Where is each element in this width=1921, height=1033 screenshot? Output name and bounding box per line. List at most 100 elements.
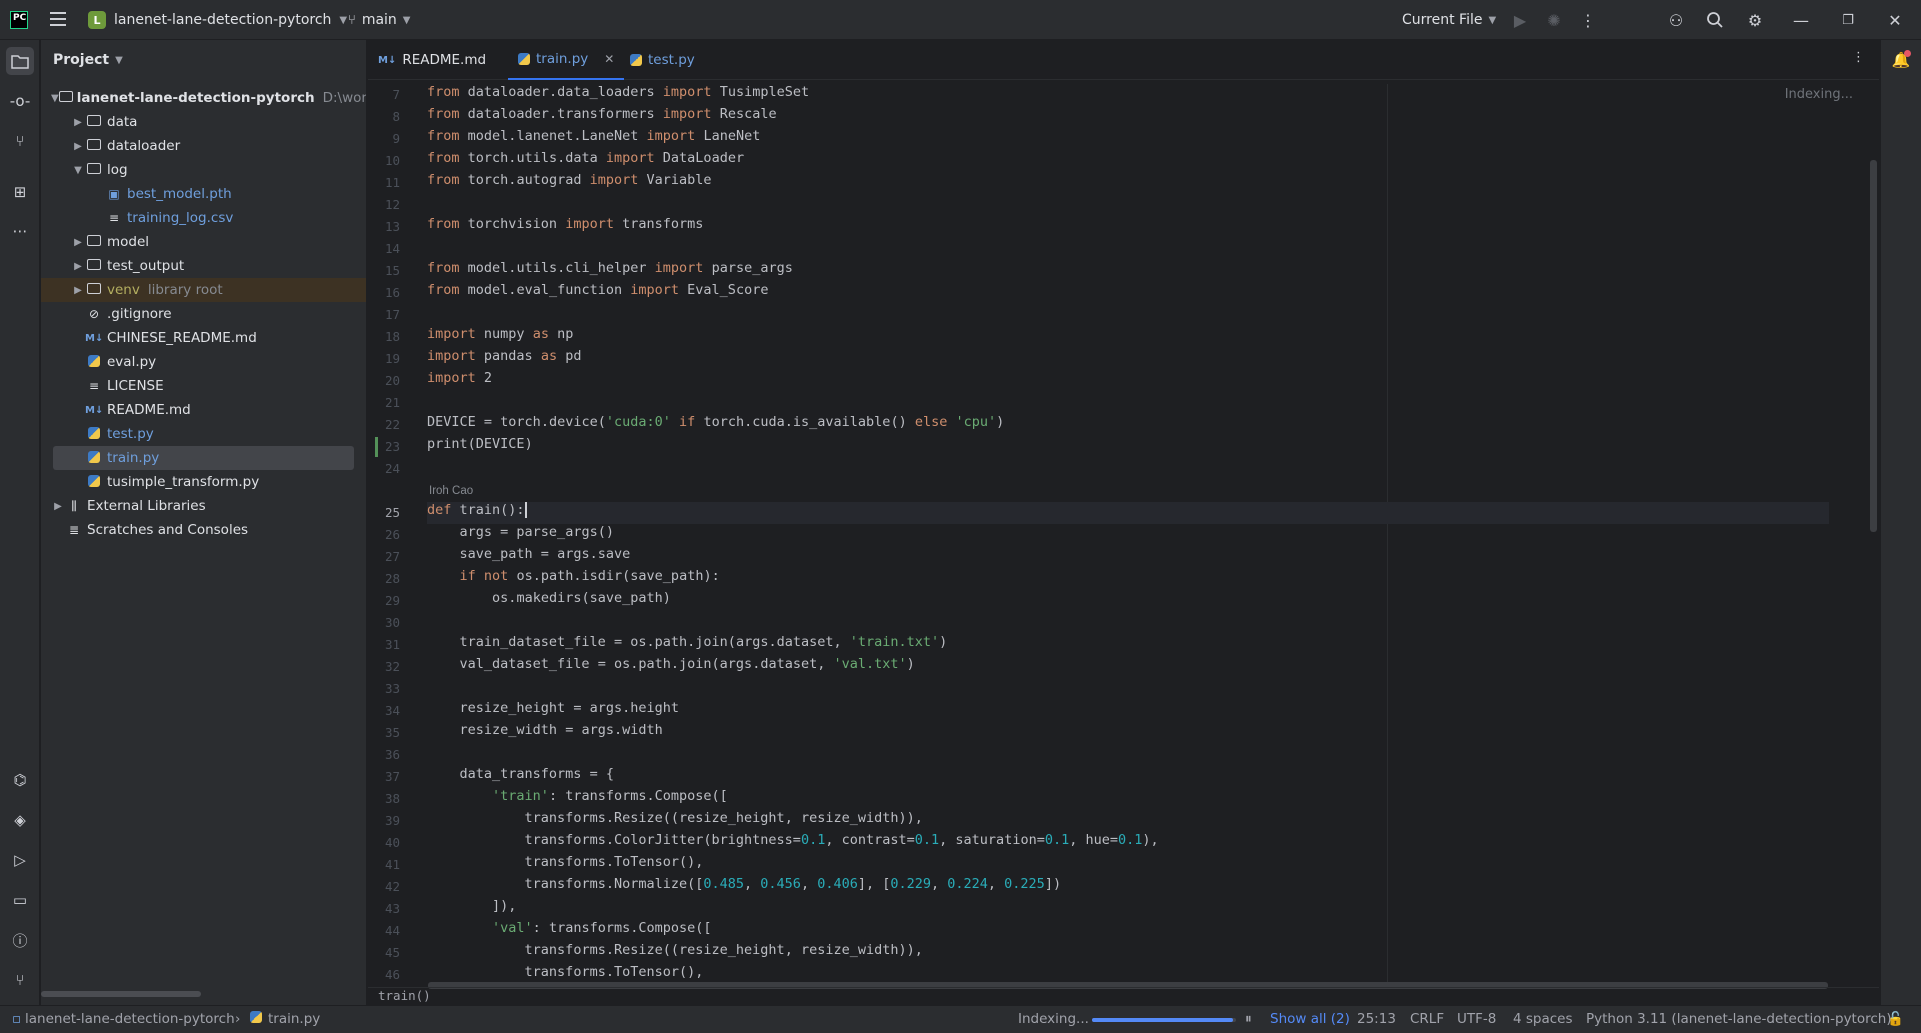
tab-train[interactable]: train.py ✕ [508, 40, 625, 80]
code-line: def train(): [427, 502, 1829, 524]
collapsed-arrow-icon: ▶ [74, 284, 82, 296]
tree-item-training-log[interactable]: ≡ training_log.csv [41, 206, 366, 230]
status-crumb-file[interactable]: train.py [268, 1011, 320, 1027]
run-configuration-selector[interactable]: Current File ▼ [1402, 9, 1496, 31]
code-line: import numpy as np [427, 326, 574, 342]
tree-item-chinese-readme[interactable]: M↓ CHINESE_README.md [41, 326, 366, 350]
tree-item-dataloader[interactable]: ▶ dataloader [41, 134, 366, 158]
more-tools-icon[interactable]: ⋯ [6, 217, 34, 245]
problems-icon[interactable]: ⓘ [6, 926, 34, 954]
tree-item-scratches[interactable]: ≣ Scratches and Consoles [41, 518, 366, 542]
code-breadcrumb[interactable]: train() [368, 987, 1879, 1005]
run-icon[interactable]: ▶ [1508, 8, 1532, 32]
vcs-branch-switcher[interactable]: ⑂ main ▼ [348, 9, 411, 31]
folder-icon [85, 115, 103, 129]
tree-item-data[interactable]: ▶ data [41, 110, 366, 134]
tree-item-label: .gitignore [107, 306, 172, 322]
minimize-icon[interactable]: — [1789, 8, 1813, 32]
line-number: 33 [384, 681, 400, 696]
tree-item-label: LICENSE [107, 378, 164, 394]
author-inlay-hint[interactable]: Iroh Cao [429, 480, 473, 502]
project-name: lanenet-lane-detection-pytorch [114, 12, 332, 28]
services-icon[interactable]: ▷ [6, 846, 34, 874]
tree-item-eval[interactable]: eval.py [41, 350, 366, 374]
tree-root[interactable]: ▼ lanenet-lane-detection-pytorch D:\work… [41, 86, 366, 110]
line-number: 40 [384, 835, 400, 850]
tree-item-best-model[interactable]: ▣ best_model.pth [41, 182, 366, 206]
tree-item-readme[interactable]: M↓ README.md [41, 398, 366, 422]
horizontal-scrollbar[interactable] [41, 991, 201, 997]
tree-item-tusimple-transform[interactable]: tusimple_transform.py [41, 470, 366, 494]
tree-item-train[interactable]: train.py [53, 446, 354, 470]
status-indexing: Indexing... [1018, 1011, 1089, 1027]
folder-icon [85, 163, 103, 177]
code-line: resize_height = args.height [459, 700, 680, 716]
tree-item-external-libraries[interactable]: ▶ ⫼ External Libraries [41, 494, 366, 518]
tree-item-label: model [107, 234, 150, 250]
tabs-more-icon[interactable]: ⋮ [1852, 50, 1865, 65]
python-packages-icon[interactable]: ◈ [6, 806, 34, 834]
show-all-link[interactable]: Show all (2) [1270, 1011, 1350, 1027]
more-actions-icon[interactable]: ⋮ [1576, 8, 1600, 32]
tree-item-log[interactable]: ▼ log [41, 158, 366, 182]
vcs-change-marker[interactable] [375, 437, 378, 457]
terminal-icon[interactable]: ▭ [6, 886, 34, 914]
tree-item-test[interactable]: test.py [41, 422, 366, 446]
cursor-position[interactable]: 25:13 [1357, 1011, 1396, 1027]
vertical-scrollbar[interactable] [1870, 160, 1877, 532]
tree-item-label: training_log.csv [127, 210, 234, 226]
collapsed-arrow-icon: ▶ [74, 260, 82, 272]
code-line: resize_width = args.width [459, 722, 663, 738]
code-line: import pandas as pd [427, 348, 582, 364]
line-number: 45 [384, 945, 400, 960]
collapsed-arrow-icon: ▶ [74, 140, 82, 152]
close-icon[interactable]: ✕ [1883, 8, 1907, 32]
pause-icon[interactable]: ⏸ [1245, 1011, 1252, 1027]
line-number: 26 [384, 527, 400, 542]
tab-label: train.py [536, 51, 589, 67]
debug-icon[interactable]: ✺ [1542, 8, 1566, 32]
structure-icon[interactable]: ⊞ [6, 178, 34, 206]
close-tab-icon[interactable]: ✕ [604, 52, 614, 66]
python-icon [85, 354, 103, 370]
tree-item-hint: library root [147, 282, 223, 298]
line-number: 9 [392, 131, 400, 146]
line-number: 7 [392, 87, 400, 102]
settings-gear-icon[interactable]: ⚙ [1743, 8, 1767, 32]
pull-requests-icon[interactable]: ⑂ [6, 127, 34, 155]
python-interpreter[interactable]: Python 3.11 (lanenet-lane-detection-pyto… [1586, 1011, 1892, 1027]
restore-icon[interactable]: ❐ [1836, 8, 1860, 32]
line-number: 24 [384, 461, 400, 476]
line-number: 37 [384, 769, 400, 784]
indent-setting[interactable]: 4 spaces [1513, 1011, 1573, 1027]
tab-label: test.py [648, 52, 695, 68]
commit-icon[interactable]: -o- [6, 87, 34, 115]
code-line: from model.utils.cli_helper import parse… [427, 260, 793, 276]
tree-item-test-output[interactable]: ▶ test_output [41, 254, 366, 278]
code-line: transforms.ColorJitter(brightness=0.1, c… [524, 832, 1159, 848]
tree-item-label: test_output [107, 258, 185, 274]
tab-test[interactable]: test.py [630, 40, 695, 80]
main-menu-icon[interactable] [50, 12, 66, 26]
project-tool-icon[interactable] [6, 47, 34, 75]
line-separator[interactable]: CRLF [1410, 1011, 1444, 1027]
add-user-icon[interactable]: ⚇ [1664, 8, 1688, 32]
file-encoding[interactable]: UTF-8 [1457, 1011, 1496, 1027]
python-console-icon[interactable]: ⌬ [6, 766, 34, 794]
tab-readme[interactable]: M↓ README.md [378, 40, 498, 80]
tree-item-venv[interactable]: ▶ venv library root [41, 278, 366, 302]
ignored-file-icon: ⊘ [88, 307, 100, 321]
tab-label: README.md [402, 52, 487, 68]
tree-item-gitignore[interactable]: ⊘ .gitignore [41, 302, 366, 326]
git-icon[interactable]: ⑂ [6, 966, 34, 994]
lock-icon[interactable]: 🔓 [1887, 1011, 1904, 1027]
project-switcher[interactable]: L lanenet-lane-detection-pytorch ▼ [88, 9, 347, 31]
tree-item-license[interactable]: ≡ LICENSE [41, 374, 366, 398]
search-icon[interactable] [1703, 8, 1727, 32]
status-crumb-project[interactable]: lanenet-lane-detection-pytorch [25, 1011, 235, 1027]
notifications-bell-icon[interactable]: 🔔 [1889, 48, 1913, 72]
project-panel-header[interactable]: Project ▼ [41, 40, 366, 80]
line-number: 27 [384, 549, 400, 564]
tree-item-model[interactable]: ▶ model [41, 230, 366, 254]
